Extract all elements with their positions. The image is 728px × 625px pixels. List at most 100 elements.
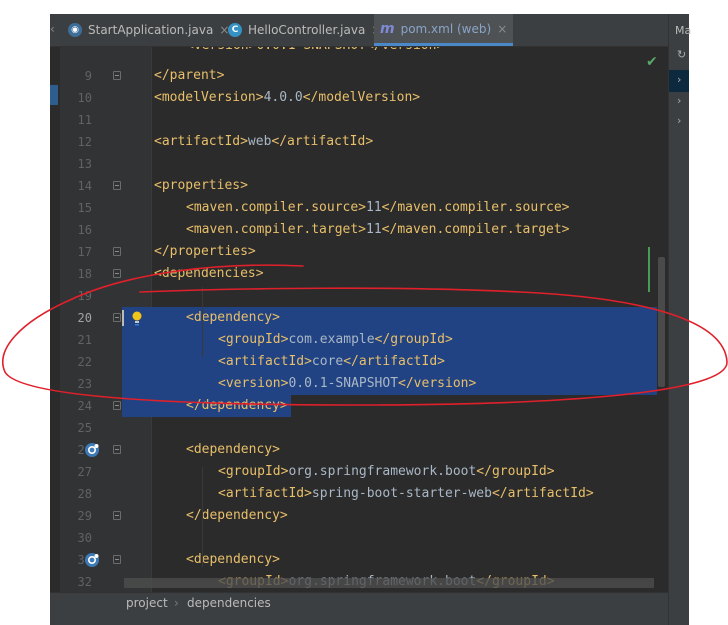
breadcrumb-item-dependencies[interactable]: dependencies <box>187 596 271 610</box>
line-number: 16 <box>77 223 92 237</box>
fold-toggle-icon[interactable] <box>113 269 121 278</box>
reload-icon[interactable]: ↻ <box>677 48 686 61</box>
editor-tab-bar: ‹ ◉ StartApplication.java × C HelloContr… <box>50 14 668 47</box>
breadcrumb-separator: › <box>174 596 179 610</box>
class-icon: C <box>228 23 242 37</box>
fold-toggle-icon[interactable] <box>113 445 121 454</box>
code-line[interactable]: 29 </dependency> <box>50 505 668 527</box>
tab-label: HelloController.java <box>248 23 366 37</box>
code-line[interactable]: 18 <dependencies> <box>50 263 668 285</box>
code-line[interactable]: 27 <groupId>org.springframework.boot</gro… <box>50 461 668 483</box>
code-line[interactable]: 16 <maven.compiler.target>11</maven.compi… <box>50 219 668 241</box>
code-line[interactable]: 21 <groupId>com.example</groupId> <box>50 329 668 351</box>
close-icon[interactable]: × <box>497 22 507 36</box>
code-line[interactable]: 15 <maven.compiler.source>11</maven.compi… <box>50 197 668 219</box>
chevron-right-icon[interactable]: › <box>677 114 681 127</box>
code-line[interactable]: 10 <modelVersion>4.0.0</modelVersion> <box>50 87 668 109</box>
code-line[interactable]: 22 <artifactId>core</artifactId> <box>50 351 668 373</box>
code-line[interactable]: 17 </properties> <box>50 241 668 263</box>
code-line[interactable]: 25 <box>50 417 668 439</box>
code-text: <maven.compiler.source>11</maven.compile… <box>186 200 570 215</box>
tab-pom-xml[interactable]: m pom.xml (web) × <box>374 14 514 46</box>
fold-toggle-icon[interactable] <box>113 511 121 520</box>
maven-icon: m <box>380 20 395 37</box>
tab-label: StartApplication.java <box>88 23 214 37</box>
line-number: 27 <box>77 465 92 479</box>
scrollbar-thumb[interactable] <box>658 257 665 387</box>
fold-toggle-icon[interactable] <box>113 313 121 322</box>
code-line[interactable]: 23 <version>0.0.1-SNAPSHOT</version> <box>50 373 668 395</box>
code-text: <dependency> <box>186 552 280 567</box>
code-text: <artifactId>web</artifactId> <box>154 134 374 149</box>
line-number: 21 <box>77 333 92 347</box>
code-line[interactable]: 13 <box>50 153 668 175</box>
code-text: <version>0.0.1-SNAPSHOT</version> <box>218 376 477 391</box>
code-text: </properties> <box>154 244 256 259</box>
code-text: <dependencies> <box>154 266 264 281</box>
dependency-gutter-icon[interactable] <box>84 552 100 568</box>
code-text: <groupId>com.example</groupId> <box>218 332 453 347</box>
code-line[interactable]: 26 <dependency> <box>50 439 668 461</box>
fold-toggle-icon[interactable] <box>113 555 121 564</box>
line-number: 10 <box>77 91 92 105</box>
code-line[interactable]: 28 <artifactId>spring-boot-starter-web</a… <box>50 483 668 505</box>
tab-hello-controller[interactable]: C HelloController.java × <box>222 14 387 46</box>
line-number: 12 <box>77 135 92 149</box>
code-line[interactable]: 11 <box>50 109 668 131</box>
maven-panel-label[interactable]: Ma <box>675 24 691 37</box>
fold-toggle-icon[interactable] <box>113 401 121 410</box>
code-line[interactable]: 9 </parent> <box>50 65 668 87</box>
line-number: 15 <box>77 201 92 215</box>
code-line[interactable]: 14 <properties> <box>50 175 668 197</box>
indent-guide <box>202 467 203 567</box>
code-text: <groupId>org.springframework.boot</group… <box>218 464 555 479</box>
line-number: 20 <box>77 311 92 325</box>
line-number: 24 <box>77 399 92 413</box>
chevron-right-icon[interactable]: › <box>677 94 681 107</box>
code-area[interactable]: <version>0.0.1-SNAPSHOT</version> 9 </pare… <box>78 47 657 592</box>
code-line[interactable]: 30 <box>50 527 668 549</box>
breadcrumb-item-project[interactable]: project <box>126 596 168 610</box>
tab-start-application[interactable]: ◉ StartApplication.java × <box>62 14 235 46</box>
line-number: 17 <box>77 245 92 259</box>
line-number: 32 <box>77 575 92 589</box>
change-marker <box>648 247 650 292</box>
code-editor[interactable]: <version>0.0.1-SNAPSHOT</version> 9 </pare… <box>50 47 668 592</box>
line-number: 25 <box>77 421 92 435</box>
line-number: 11 <box>77 113 92 127</box>
vertical-scrollbar[interactable] <box>657 47 668 592</box>
code-line[interactable]: 31 <dependency> <box>50 549 668 571</box>
inspection-ok-icon[interactable]: ✔ <box>646 54 658 70</box>
breadcrumb: project › dependencies <box>50 592 668 615</box>
code-text: <artifactId>core</artifactId> <box>218 354 445 369</box>
line-number: 19 <box>77 289 92 303</box>
code-line[interactable]: 20 <dependency> <box>50 307 668 329</box>
status-strip <box>50 614 668 625</box>
code-text: <maven.compiler.target>11</maven.compile… <box>186 222 570 237</box>
dependency-gutter-icon[interactable] <box>84 442 100 458</box>
maven-side-panel: Ma ↻ › › › <box>668 14 691 625</box>
chevron-right-icon[interactable]: › <box>677 73 681 86</box>
tab-label: pom.xml (web) <box>400 21 492 36</box>
lightbulb-icon[interactable] <box>130 310 144 328</box>
line-number: 29 <box>77 509 92 523</box>
horizontal-scrollbar[interactable] <box>124 578 654 588</box>
fold-toggle-icon[interactable] <box>113 71 121 80</box>
line-number: 30 <box>77 531 92 545</box>
code-text: <artifactId>spring-boot-starter-web</art… <box>218 486 594 501</box>
code-text: <properties> <box>154 178 248 193</box>
fold-toggle-icon[interactable] <box>113 247 121 256</box>
line-number: 14 <box>77 179 92 193</box>
code-text: <modelVersion>4.0.0</modelVersion> <box>154 90 421 105</box>
code-line[interactable]: 12 <artifactId>web</artifactId> <box>50 131 668 153</box>
code-text: <dependency> <box>186 442 280 457</box>
line-number: 18 <box>77 267 92 281</box>
code-line[interactable]: 19 <box>50 285 668 307</box>
line-number: 9 <box>84 69 92 83</box>
fold-toggle-icon[interactable] <box>113 181 121 190</box>
code-text: <dependency> <box>186 310 280 325</box>
tab-scroll-left-icon[interactable]: ‹ <box>50 22 58 36</box>
line-number: 23 <box>77 377 92 391</box>
line-number: 22 <box>77 355 92 369</box>
code-line[interactable]: 24 </dependency> <box>50 395 668 417</box>
